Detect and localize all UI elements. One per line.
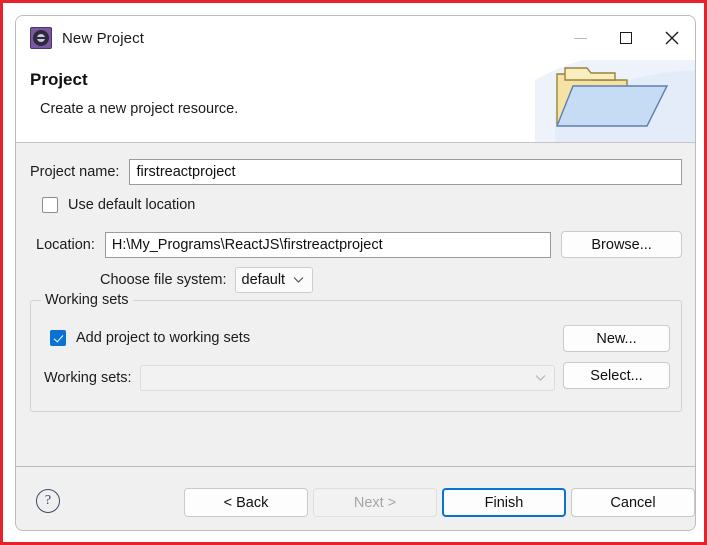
project-name-input[interactable]: firstreactproject	[129, 159, 682, 185]
new-project-dialog: New Project Project Create a new project…	[15, 15, 696, 531]
page-title: Project	[30, 70, 88, 89]
use-default-location-row[interactable]: Use default location	[42, 197, 195, 213]
file-system-row: Choose file system: default	[100, 267, 313, 293]
add-to-working-sets-checkbox[interactable]	[50, 330, 66, 346]
dialog-footer: ? < Back Next > Finish Cancel	[16, 466, 695, 530]
screenshot-frame: New Project Project Create a new project…	[0, 0, 707, 545]
next-button[interactable]: Next >	[313, 488, 437, 517]
minimize-button[interactable]	[557, 16, 603, 60]
title-bar: New Project	[16, 16, 695, 60]
maximize-icon	[620, 32, 632, 44]
back-button[interactable]: < Back	[184, 488, 308, 517]
new-working-set-button[interactable]: New...	[563, 325, 670, 352]
chevron-down-icon	[535, 375, 546, 381]
window-controls	[557, 16, 695, 60]
working-sets-group: Working sets	[30, 292, 682, 412]
close-icon	[665, 31, 679, 45]
location-input[interactable]: H:\My_Programs\ReactJS\firstreactproject	[104, 231, 552, 258]
location-row: Location: H:\My_Programs\ReactJS\firstre…	[36, 231, 682, 258]
maximize-button[interactable]	[603, 16, 649, 60]
open-folder-icon	[535, 60, 695, 142]
file-system-value: default	[241, 272, 286, 288]
cancel-button[interactable]: Cancel	[571, 488, 695, 517]
add-to-working-sets-row[interactable]: Add project to working sets	[50, 330, 250, 346]
add-to-working-sets-label: Add project to working sets	[76, 330, 251, 346]
chevron-down-icon	[293, 277, 303, 283]
working-sets-group-title: Working sets	[41, 292, 133, 308]
help-icon[interactable]: ?	[36, 489, 60, 513]
wizard-banner: Project Create a new project resource.	[16, 60, 695, 143]
finish-button[interactable]: Finish	[442, 488, 566, 517]
minimize-icon	[573, 37, 587, 39]
dialog-body: Project name: firstreactproject Use defa…	[16, 143, 695, 466]
working-sets-label: Working sets:	[44, 370, 132, 386]
project-name-label: Project name:	[30, 164, 120, 180]
eclipse-gear-icon	[30, 27, 52, 49]
use-default-location-label: Use default location	[68, 197, 196, 213]
page-subtitle: Create a new project resource.	[40, 101, 239, 117]
file-system-select[interactable]: default	[234, 267, 313, 293]
close-button[interactable]	[649, 16, 695, 60]
project-name-row: Project name: firstreactproject	[30, 159, 682, 185]
select-working-set-button[interactable]: Select...	[563, 362, 670, 389]
window-title: New Project	[62, 29, 144, 47]
file-system-label: Choose file system:	[100, 272, 227, 288]
location-label: Location:	[36, 236, 95, 253]
browse-button[interactable]: Browse...	[561, 231, 682, 258]
working-sets-row: Working sets:	[44, 365, 555, 391]
use-default-location-checkbox[interactable]	[42, 197, 58, 213]
working-sets-select[interactable]	[139, 365, 555, 391]
